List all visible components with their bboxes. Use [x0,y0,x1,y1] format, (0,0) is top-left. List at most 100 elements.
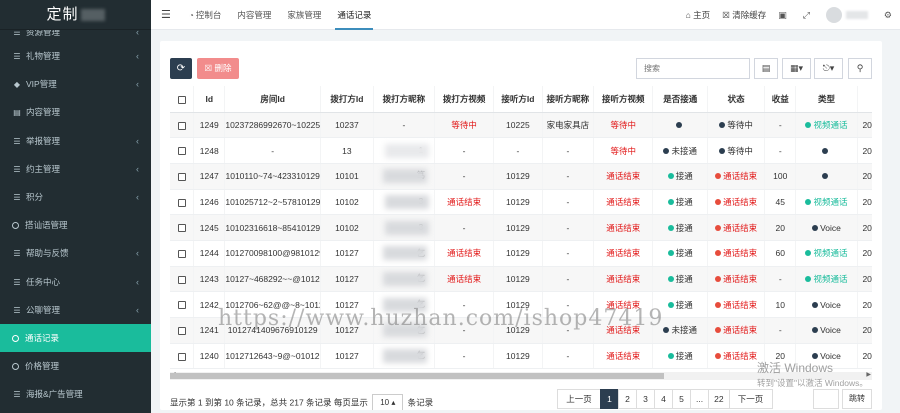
user-name-blurred[interactable] [845,11,868,19]
column-header[interactable] [857,86,872,113]
column-header[interactable]: 类型 [795,86,858,113]
page-size-select[interactable]: 10 ▴ [372,394,404,410]
settings-gears-icon[interactable]: ⚙ [884,10,892,21]
row-checkbox[interactable] [177,224,186,233]
column-header[interactable]: 拨打方视频 [434,86,495,113]
pagination-summary: 显示第 1 到第 10 条记录，总共 217 条记录 每页显示 10 ▴ 条记录 [170,394,433,410]
nav-tab[interactable]: 通话记录 [329,0,379,30]
page-button[interactable]: 1 [600,389,619,409]
status-dot-icon [667,173,674,180]
row-checkbox[interactable] [177,121,186,130]
sidebar-item[interactable]: ☰ 资源管理 ‹ [0,30,151,42]
sidebar-item[interactable]: ☰ 任务中心 ‹ [0,268,151,296]
table-row[interactable]: 124310127~468292~~@1012910127乞通话结束10129-… [170,266,872,293]
status-label: 等待中 [727,145,753,156]
row-checkbox[interactable] [177,147,186,156]
row-checkbox[interactable] [177,352,186,361]
advanced-search-button[interactable]: ⚲ [848,58,872,79]
type-label: Voice [820,351,841,362]
table-row[interactable]: 12421012706~62@@~8~1012910127乞-10129-通话结… [170,291,872,318]
refresh-button[interactable]: ⟳ [170,58,192,79]
brand-logo[interactable]: 定制 [0,0,151,30]
row-checkbox[interactable] [177,301,186,310]
home-link[interactable]: ⌂ 主页 [686,9,711,21]
avatar[interactable] [825,7,842,23]
hamburger-menu-icon[interactable]: ☰ [161,8,171,21]
sidebar-item[interactable]: ▤ 内容管理 [0,98,151,126]
table-row[interactable]: 12401012712643~9@~01012910127乞-10129-通话结… [170,343,872,370]
sidebar-item-label: 任务中心 [26,276,61,287]
sidebar-item[interactable]: ☰ 公聊管理 ‹ [0,296,151,324]
scroll-right-arrow-icon[interactable]: ▶ [866,371,871,378]
row-checkbox[interactable] [177,327,186,336]
column-header[interactable]: 拨打方昵称 [373,86,436,113]
cell-callee-id: 10129 [493,189,543,216]
column-header[interactable]: 接听方昵称 [542,86,595,113]
column-header[interactable]: 收益 [764,86,797,113]
table-row[interactable]: 1246101025712~2~57810129101023通话结束10129-… [170,189,872,216]
jump-page-input[interactable] [813,389,839,409]
row-checkbox[interactable] [177,250,186,259]
column-header[interactable]: 房间Id [224,86,322,113]
prev-page-button[interactable]: 上一页 [557,389,601,409]
list-icon: ☰ [13,136,21,146]
nav-tab[interactable]: 内容管理 [229,0,279,30]
sidebar-item[interactable]: ☰ 举报管理 ‹ [0,127,151,155]
circle-icon [12,363,19,371]
sidebar-item[interactable]: ☰ 积分 ‹ [0,183,151,211]
row-checkbox[interactable] [177,198,186,207]
sidebar-item[interactable]: ☰ 帮助与反馈 ‹ [0,239,151,267]
page-button[interactable]: 5 [672,389,691,409]
jump-button[interactable]: 跳转 [842,389,872,409]
row-checkbox[interactable] [177,172,186,181]
search-input[interactable] [636,58,750,79]
status-dot-icon [812,327,819,334]
next-page-button[interactable]: 下一页 [728,389,773,409]
table-row[interactable]: 1249 10237286992670~10225 10237- 等待中 10225 家电… [170,112,872,139]
table-row[interactable]: 1241101274140967691012910127乞-10129-通话结束… [170,317,872,344]
page-button[interactable]: 2 [618,389,637,409]
column-header[interactable]: 拨打方Id [320,86,374,113]
table-row[interactable]: 1244101270098100@981012910127乞通话结束10129-… [170,240,872,267]
cell-date: 2021- [857,189,872,216]
select-all-checkbox[interactable] [177,95,186,104]
horizontal-scrollbar[interactable]: ◀ ▶ [170,372,872,380]
column-header[interactable]: Id [193,86,226,113]
cell-connected: 接通 [652,189,709,216]
column-header[interactable]: 接听方Id [493,86,543,113]
page-button[interactable]: 3 [636,389,655,409]
cell-status: 等待中 [707,112,766,139]
circle-icon [12,334,19,342]
page-button[interactable]: 22 [708,389,730,409]
row-checkbox[interactable] [177,275,186,284]
sidebar-item[interactable]: 搭讪语管理 [0,211,151,239]
sidebar-item[interactable]: 通话记录 [0,323,151,353]
page-button[interactable]: ... [690,389,710,409]
export-button[interactable]: ⎋▾ [814,58,843,79]
column-header[interactable]: 状态 [707,86,766,113]
cell-type: 视频通话 [795,240,858,267]
columns-button[interactable]: ▦▾ [782,58,811,79]
list-icon: ☰ [13,164,21,174]
scrollbar-thumb[interactable] [170,373,664,379]
sidebar-item[interactable]: ☰ 礼物管理 ‹ [0,42,151,70]
clear-cache-button[interactable]: ☒ 清除缓存 [722,9,766,21]
cell-connected: 接通 [652,343,709,370]
sidebar-item[interactable]: ☰ 海报&广告管理 [0,380,151,408]
nav-tab[interactable]: 家族管理 [279,0,329,30]
table-row[interactable]: 12471010110~74~42331012910101笃-10129-通话结… [170,163,872,190]
toggle-view-button[interactable]: ▤ [754,58,778,79]
sidebar-item[interactable]: 价格管理 [0,352,151,380]
cell-id: 1240 [193,343,226,370]
nav-tab[interactable]: ◔ 控制台 [181,0,229,30]
table-row[interactable]: 1248-131---等待中未接通等待中-2021- [170,137,872,164]
table-row[interactable]: 124510102316618~85410129101023-10129-通话结… [170,214,872,241]
column-header[interactable]: 接听方视频 [593,86,654,113]
fullscreen-icon[interactable]: ⤢ [803,10,810,21]
page-button[interactable]: 4 [654,389,673,409]
delete-button[interactable]: ☒ 删除 [197,58,239,79]
language-icon[interactable]: ▣ [778,10,787,21]
sidebar-item[interactable]: ☰ 约主管理 ‹ [0,155,151,183]
sidebar-item[interactable]: ◆ VIP管理 ‹ [0,70,151,98]
column-header[interactable]: 是否接通 [652,86,709,113]
